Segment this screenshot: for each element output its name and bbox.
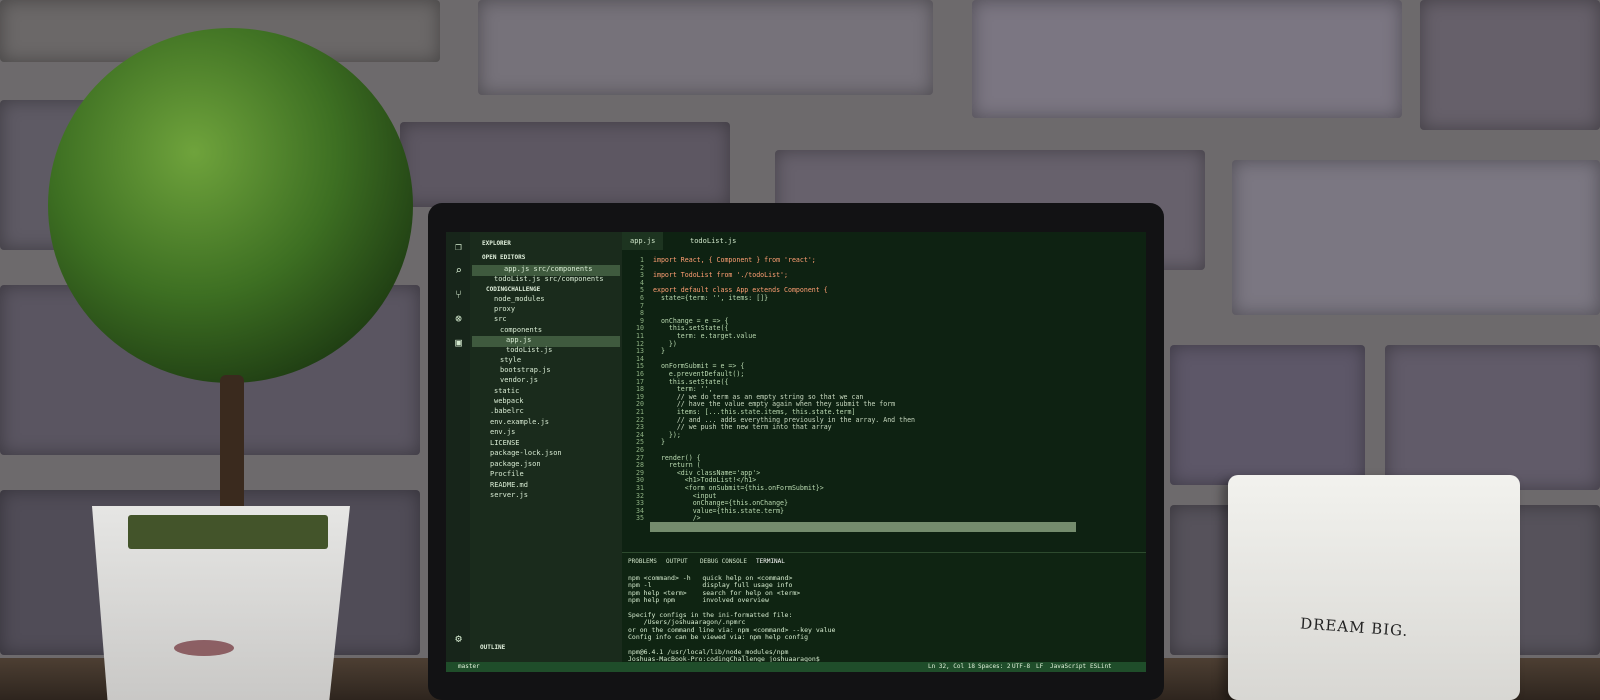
tree-item[interactable]: app.js [506,336,531,344]
gear-icon[interactable]: ⚙ [452,632,465,645]
eslint-status[interactable]: ESLint [1090,662,1112,672]
tree-item[interactable]: package.json [490,460,541,468]
code-line: } [653,438,665,447]
tab-debug-console[interactable]: DEBUG CONSOLE [700,558,747,565]
tab-problems[interactable]: PROBLEMS [628,558,657,565]
photo-scene: DREAM BIG. ❐ ⌕ ⑂ ⊗ ▣ ⚙ EXPLORER OPEN EDI… [0,0,1600,700]
source-control-icon[interactable]: ⑂ [452,288,465,301]
tab-terminal[interactable]: TERMINAL [756,558,785,565]
tree-item[interactable]: README.md [490,481,528,489]
tree-item[interactable]: LICENSE [490,439,520,447]
tab-todolist-js[interactable]: todoList.js [682,232,744,250]
tree-item[interactable]: Procfile [490,470,524,478]
open-editors-title[interactable]: OPEN EDITORS [482,254,525,261]
tree-item[interactable]: src [494,315,507,323]
terminal-line: npm help npm involved overview [628,596,769,605]
tree-item[interactable]: style [500,356,521,364]
tree-item[interactable]: components [500,326,542,334]
code-line: } [653,347,665,356]
line-ending[interactable]: LF [1036,662,1043,672]
brick [478,0,933,95]
project-title[interactable]: CODINGCHALLENGE [486,286,540,293]
tree-item[interactable]: bootstrap.js [500,366,551,374]
brick [1232,160,1600,315]
tree-item[interactable]: proxy [494,305,515,313]
activity-bar: ❐ ⌕ ⑂ ⊗ ▣ ⚙ [446,232,470,662]
tree-item[interactable]: vendor.js [500,376,538,384]
code-editor-screen: ❐ ⌕ ⑂ ⊗ ▣ ⚙ EXPLORER OPEN EDITORS app.js… [446,232,1146,672]
git-branch[interactable]: master [458,662,480,672]
terminal-line: Config info can be viewed via: npm help … [628,633,809,642]
tree-item[interactable]: env.example.js [490,418,549,426]
files-icon[interactable]: ❐ [452,240,465,253]
extensions-icon[interactable]: ▣ [452,336,465,349]
brick [400,122,730,207]
tree-item[interactable]: node_modules [494,295,545,303]
white-box [1228,475,1520,700]
code-line: /> [653,514,701,523]
brick [1420,0,1600,130]
tree-item[interactable]: .babelrc [490,407,524,415]
tab-app-js[interactable]: app.js [622,232,664,250]
debug-icon[interactable]: ⊗ [452,312,465,325]
tree-item[interactable]: webpack [494,397,524,405]
explorer-sidebar: EXPLORER OPEN EDITORS [470,232,622,662]
code-line: import React, { Component } from 'react'… [653,256,816,264]
code-line: import TodoList from './todoList'; [653,271,788,280]
brick [972,0,1402,118]
tab-output[interactable]: OUTPUT [666,558,688,565]
language-mode[interactable]: JavaScript [1050,662,1086,672]
encoding[interactable]: UTF-8 [1012,662,1030,672]
tree-item[interactable]: server.js [490,491,528,499]
tree-item[interactable]: todoList.js [506,346,552,354]
indentation[interactable]: Spaces: 2 [978,662,1011,672]
code-line: state={term: '', items: []} [653,294,769,302]
explorer-title: EXPLORER [482,240,511,247]
tree-item[interactable]: package-lock.json [490,449,562,457]
status-bar: master Ln 32, Col 18 Spaces: 2 UTF-8 LF … [446,662,1146,672]
brick [1170,345,1365,485]
current-line-highlight [650,522,1076,532]
cursor-position[interactable]: Ln 32, Col 18 [928,662,975,672]
outline-title[interactable]: OUTLINE [480,644,505,651]
open-file-item[interactable]: app.js src/components [504,265,593,273]
brick [1385,345,1600,490]
moss-soil [128,515,328,549]
tree-item[interactable]: static [494,387,519,395]
open-file-item[interactable]: todoList.js src/components [494,275,604,283]
search-icon[interactable]: ⌕ [452,264,465,277]
pot-stain [174,640,234,656]
line-number: 35 [636,514,644,523]
topiary-plant [48,28,413,383]
tree-item[interactable]: env.js [490,428,515,436]
